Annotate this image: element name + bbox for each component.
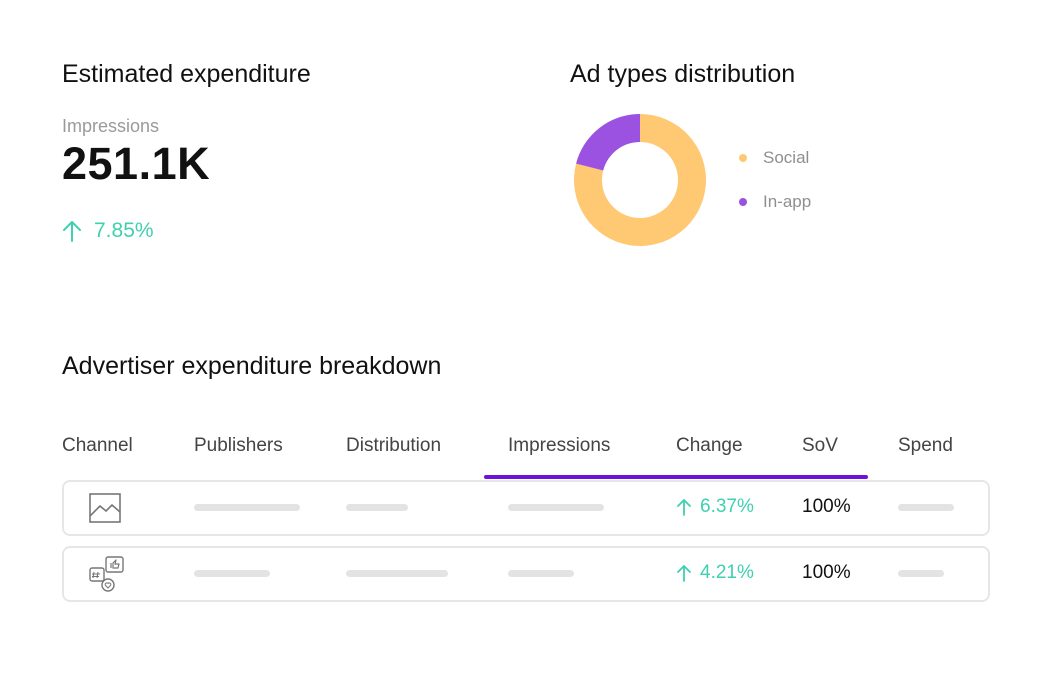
legend-item-social: Social: [739, 148, 811, 168]
column-change[interactable]: Change: [676, 435, 743, 457]
spend-bar: [898, 570, 944, 577]
impressions-label: Impressions: [62, 116, 160, 136]
table-row[interactable]: 4.21% 100%: [62, 546, 990, 602]
distribution-bar: [346, 570, 448, 577]
breakdown-title: Advertiser expenditure breakdown: [62, 352, 442, 380]
ad-types-title: Ad types distribution: [570, 60, 796, 88]
in-app-dot-icon: [739, 198, 747, 206]
arrow-up-icon: [63, 221, 81, 242]
legend-in-app-label: In-app: [763, 192, 812, 211]
active-column-indicator: [484, 475, 868, 479]
impressions-bar: [508, 570, 574, 577]
impressions-change-value: 7.85%: [94, 219, 154, 242]
column-distribution[interactable]: Distribution: [346, 435, 441, 457]
impressions-bar: [508, 504, 604, 511]
publishers-bar: [194, 504, 300, 511]
donut-slice-in-app: [576, 114, 640, 171]
row-change: 6.37%: [676, 496, 754, 518]
row-change: 4.21%: [676, 562, 754, 584]
estimated-expenditure-title: Estimated expenditure: [62, 60, 311, 88]
row-sov: 100%: [802, 496, 851, 517]
donut-slices: [574, 114, 706, 246]
image-icon: [89, 493, 121, 523]
arrow-up-icon: [677, 499, 691, 516]
social-dot-icon: [739, 154, 747, 162]
column-channel[interactable]: Channel: [62, 435, 133, 457]
column-impressions[interactable]: Impressions: [508, 435, 610, 457]
distribution-bar: [346, 504, 408, 511]
impressions-value: 251.1K: [62, 138, 211, 189]
ad-types-donut-chart: [574, 114, 706, 246]
impressions-change: 7.85%: [62, 219, 154, 243]
social-icon: [89, 556, 124, 592]
arrow-up-icon: [677, 565, 691, 582]
publishers-bar: [194, 570, 270, 577]
row-change-value: 4.21%: [700, 562, 754, 583]
column-publishers[interactable]: Publishers: [194, 435, 283, 457]
row-change-value: 6.37%: [700, 496, 754, 517]
legend-social-label: Social: [763, 148, 810, 167]
column-spend[interactable]: Spend: [898, 435, 953, 457]
row-sov: 100%: [802, 562, 851, 583]
column-sov[interactable]: SoV: [802, 435, 838, 457]
legend-item-in-app: In-app: [739, 192, 811, 212]
table-row[interactable]: 6.37% 100%: [62, 480, 990, 536]
spend-bar: [898, 504, 954, 511]
ad-types-legend: Social In-app: [739, 148, 811, 212]
